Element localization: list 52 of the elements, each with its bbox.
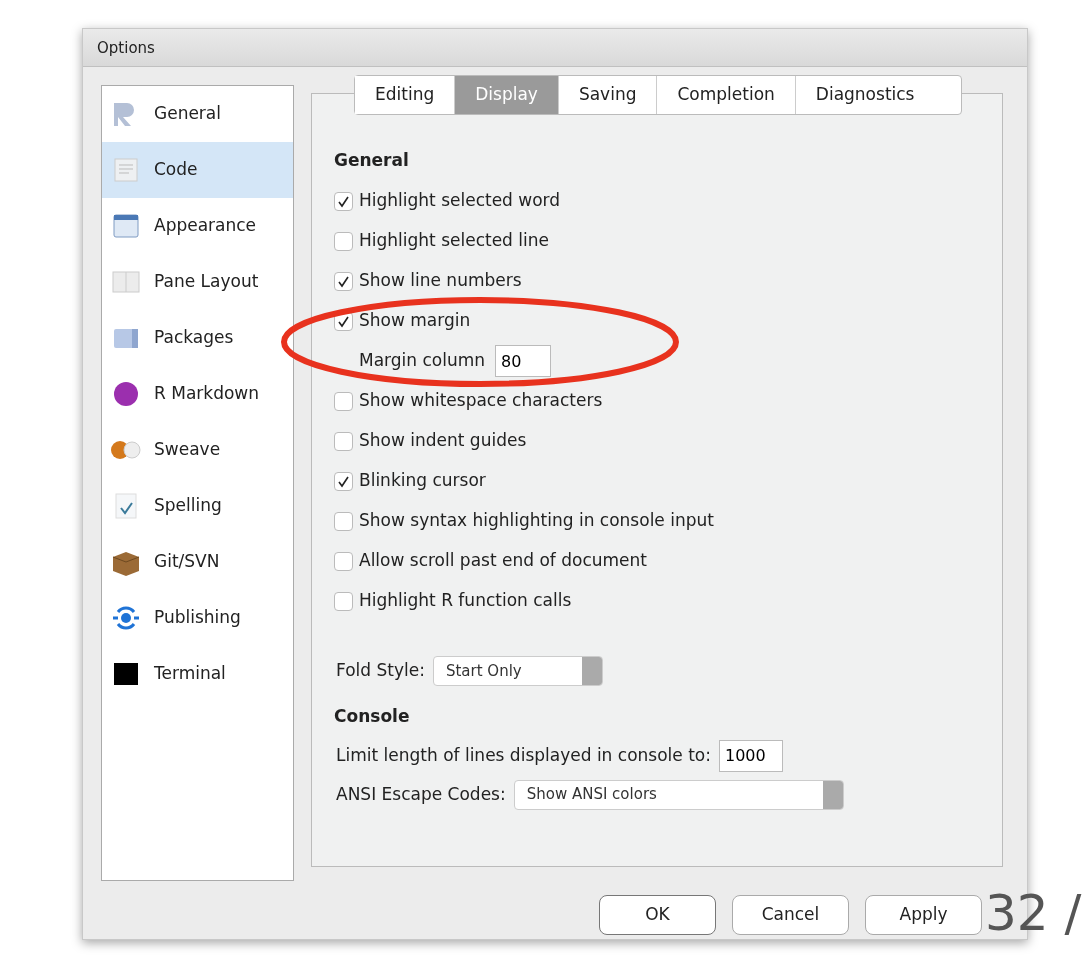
option-label: Show indent guides — [359, 429, 527, 453]
sidebar-item[interactable]: Pane Layout — [102, 254, 293, 310]
checkbox[interactable] — [334, 271, 353, 291]
sidebar-item[interactable]: Spelling — [102, 478, 293, 534]
dialog-button[interactable]: Apply — [865, 895, 982, 935]
field-label: ANSI Escape Codes: — [336, 782, 506, 806]
dialog-button[interactable]: Cancel — [732, 895, 849, 935]
checkbox[interactable] — [334, 391, 353, 411]
option-label: Highlight R function calls — [359, 589, 572, 613]
sidebar-item[interactable]: R Markdown — [102, 366, 293, 422]
number-field[interactable]: 80 — [495, 345, 552, 377]
ansi-dropdown[interactable]: Show ANSI colors — [513, 779, 844, 810]
option-label: Blinking cursor — [359, 469, 486, 493]
layout-icon — [110, 268, 142, 296]
sidebar-item[interactable]: Code — [102, 142, 293, 198]
field-label: Limit length of lines displayed in console to: — [336, 743, 711, 767]
option-label: Highlight selected word — [359, 189, 561, 213]
section-heading: General — [334, 148, 410, 172]
window-title: Options — [97, 39, 155, 57]
checkbox[interactable] — [334, 191, 353, 211]
check-icon — [337, 194, 350, 208]
field-label: Margin column — [359, 349, 486, 373]
sidebar-item[interactable]: Terminal — [102, 646, 293, 702]
section-heading: Console — [334, 705, 411, 728]
checkbox[interactable] — [334, 231, 353, 251]
checkbox[interactable] — [334, 591, 353, 611]
check-icon — [337, 474, 350, 488]
option-label: Show whitespace characters — [359, 389, 603, 413]
sidebar-item[interactable]: Appearance — [102, 198, 293, 254]
option-label: Show margin — [359, 309, 471, 333]
option-label: Show line numbers — [359, 269, 522, 293]
sidebar-item[interactable]: Packages — [102, 310, 293, 366]
sidebar-item[interactable]: Sweave — [102, 422, 293, 478]
dialog-button[interactable]: OK — [599, 895, 716, 935]
field-label: Fold Style: — [336, 659, 425, 683]
publish-icon — [110, 604, 142, 632]
check-icon — [337, 274, 350, 288]
sidebar-item[interactable]: Git/SVN — [102, 534, 293, 590]
option-label: Highlight selected line — [359, 229, 549, 253]
tab[interactable]: Editing — [355, 76, 456, 114]
sidebar-item[interactable]: Publishing — [102, 590, 293, 646]
checkbox[interactable] — [334, 431, 353, 451]
checkbox[interactable] — [334, 551, 353, 571]
sidebar-item[interactable]: General — [102, 86, 293, 142]
check-icon — [337, 314, 350, 328]
option-label: Show syntax highlighting in console input — [359, 509, 714, 533]
number-field[interactable]: 1000 — [718, 739, 783, 772]
checkbox[interactable] — [334, 471, 353, 491]
checkbox[interactable] — [334, 511, 353, 531]
fold-style-dropdown[interactable]: Start Only — [432, 656, 603, 686]
slide-number: 32 / — [985, 888, 1082, 938]
option-label: Allow scroll past end of document — [359, 549, 647, 573]
